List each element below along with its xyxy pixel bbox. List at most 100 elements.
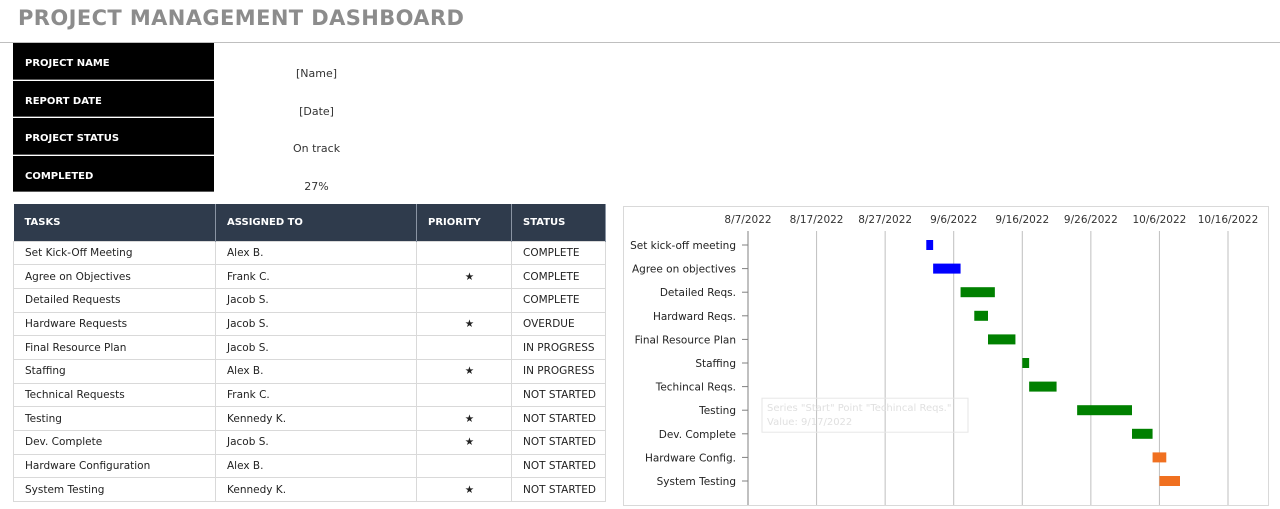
gantt-bar[interactable] [1159, 476, 1180, 486]
gantt-bar[interactable] [1022, 358, 1030, 368]
assigned-cell[interactable]: Alex B. [215, 240, 417, 266]
priority-star-icon[interactable] [416, 335, 512, 360]
assigned-cell[interactable]: Frank C. [215, 264, 417, 289]
priority-star-icon[interactable] [416, 382, 512, 408]
assigned-cell[interactable]: Kennedy K. [215, 406, 417, 431]
info-label: REPORT DATE [13, 80, 214, 117]
info-row-report-date: REPORT DATE [Date] [13, 80, 419, 119]
task-cell[interactable]: Hardware Requests [13, 311, 216, 337]
status-cell[interactable]: IN PROGRESS [511, 358, 606, 384]
page-title: PROJECT MANAGEMENT DASHBOARD [18, 6, 465, 30]
y-category-label: Detailed Reqs. [660, 287, 736, 299]
gantt-bar[interactable] [1132, 428, 1153, 439]
x-tick-label: 10/16/2022 [1198, 214, 1259, 226]
x-tick-label: 9/16/2022 [995, 214, 1049, 226]
column-header-assigned-to[interactable]: ASSIGNED TO [215, 204, 417, 241]
status-cell[interactable]: COMPLETE [511, 287, 606, 313]
gantt-bar[interactable] [933, 263, 961, 274]
table-row[interactable]: Staffing Alex B. ★ IN PROGRESS [13, 358, 606, 384]
priority-star-icon[interactable]: ★ [416, 477, 512, 503]
priority-star-icon[interactable] [416, 453, 512, 479]
gantt-chart: 8/7/2022 8/17/2022 8/27/2022 9/6/2022 9/16/2… [623, 206, 1269, 506]
assigned-cell[interactable]: Alex B. [215, 453, 417, 479]
assigned-cell[interactable]: Alex B. [215, 358, 417, 384]
gantt-bar[interactable] [1152, 452, 1167, 463]
table-row[interactable]: Detailed Requests Jacob S. COMPLETE [13, 287, 606, 313]
assigned-cell[interactable]: Jacob S. [215, 335, 417, 360]
task-cell[interactable]: System Testing [13, 477, 216, 503]
task-cell[interactable]: Dev. Complete [13, 430, 216, 455]
y-category-label: Dev. Complete [659, 429, 736, 441]
assigned-cell[interactable]: Jacob S. [215, 311, 417, 337]
priority-star-icon[interactable] [416, 240, 512, 266]
table-row[interactable]: Hardware Requests Jacob S. ★ OVERDUE [13, 311, 606, 337]
task-cell[interactable]: Testing [13, 406, 216, 431]
status-cell[interactable]: IN PROGRESS [511, 335, 606, 360]
assigned-cell[interactable]: Frank C. [215, 382, 417, 408]
task-cell[interactable]: Technical Requests [13, 382, 216, 408]
gantt-bar[interactable] [1029, 381, 1057, 392]
y-category-label: Set kick-off meeting [630, 240, 736, 252]
info-row-project-status: PROJECT STATUS On track [13, 118, 419, 156]
info-row-project-name: PROJECT NAME [Name] [13, 43, 419, 81]
y-category-label: Final Resource Plan [635, 334, 736, 346]
task-cell[interactable]: Hardware Configuration [13, 453, 216, 479]
assigned-cell[interactable]: Jacob S. [215, 430, 417, 455]
x-tick-label: 10/6/2022 [1133, 214, 1187, 226]
task-cell[interactable]: Final Resource Plan [13, 335, 216, 360]
priority-star-icon[interactable]: ★ [416, 311, 512, 337]
assigned-cell[interactable]: Kennedy K. [215, 477, 417, 503]
table-row[interactable]: Final Resource Plan Jacob S. IN PROGRESS [13, 335, 606, 360]
column-header-priority[interactable]: PRIORITY [416, 204, 512, 241]
gantt-bar[interactable] [1077, 405, 1132, 416]
status-cell[interactable]: NOT STARTED [511, 453, 606, 479]
table-row[interactable]: Hardware Configuration Alex B. NOT STARTED [13, 453, 606, 479]
report-date-value[interactable]: [Date] [214, 81, 419, 119]
gantt-chart-svg: 8/7/2022 8/17/2022 8/27/2022 9/6/2022 9/16/2… [630, 214, 1259, 505]
priority-star-icon[interactable]: ★ [416, 358, 512, 384]
y-category-label: Agree on objectives [632, 264, 736, 276]
column-header-tasks[interactable]: TASKS [13, 204, 216, 241]
status-cell[interactable]: COMPLETE [511, 240, 606, 266]
priority-star-icon[interactable]: ★ [416, 264, 512, 289]
gantt-bar[interactable] [926, 240, 934, 250]
gantt-bar[interactable] [960, 287, 995, 298]
table-row[interactable]: Set Kick-Off Meeting Alex B. COMPLETE [13, 240, 606, 266]
project-status-value[interactable]: On track [214, 118, 419, 156]
status-cell[interactable]: NOT STARTED [511, 430, 606, 455]
y-category-label: Staffing [695, 358, 736, 370]
table-row[interactable]: Agree on Objectives Frank C. ★ COMPLETE [13, 264, 606, 289]
x-tick-label: 9/6/2022 [930, 214, 977, 226]
tooltip-line: Value: 9/17/2022 [767, 417, 852, 428]
project-name-value[interactable]: [Name] [214, 43, 419, 81]
gantt-bar[interactable] [974, 310, 988, 321]
status-cell[interactable]: NOT STARTED [511, 406, 606, 431]
x-tick-label: 8/7/2022 [724, 214, 771, 226]
y-category-label: Hardward Reqs. [653, 311, 736, 323]
status-cell[interactable]: OVERDUE [511, 311, 606, 337]
task-cell[interactable]: Detailed Requests [13, 287, 216, 313]
info-label: PROJECT STATUS [13, 118, 214, 155]
task-cell[interactable]: Staffing [13, 358, 216, 384]
status-cell[interactable]: NOT STARTED [511, 382, 606, 408]
task-cell[interactable]: Agree on Objectives [13, 264, 216, 289]
priority-star-icon[interactable]: ★ [416, 430, 512, 455]
status-cell[interactable]: COMPLETE [511, 264, 606, 289]
table-row[interactable]: Dev. Complete Jacob S. ★ NOT STARTED [13, 430, 606, 455]
info-label: PROJECT NAME [13, 43, 214, 80]
priority-star-icon[interactable]: ★ [416, 406, 512, 431]
table-row[interactable]: Technical Requests Frank C. NOT STARTED [13, 382, 606, 408]
priority-star-icon[interactable] [416, 287, 512, 313]
info-label: COMPLETED [13, 155, 214, 192]
column-header-status[interactable]: STATUS [511, 204, 606, 241]
assigned-cell[interactable]: Jacob S. [215, 287, 417, 313]
gantt-bar[interactable] [988, 334, 1016, 345]
y-category-label: Testing [698, 405, 736, 417]
x-tick-label: 8/17/2022 [790, 214, 844, 226]
task-cell[interactable]: Set Kick-Off Meeting [13, 240, 216, 266]
completed-value[interactable]: 27% [214, 156, 419, 194]
table-row[interactable]: Testing Kennedy K. ★ NOT STARTED [13, 406, 606, 431]
table-row[interactable]: System Testing Kennedy K. ★ NOT STARTED [13, 477, 606, 503]
status-cell[interactable]: NOT STARTED [511, 477, 606, 503]
x-tick-label: 8/27/2022 [858, 214, 912, 226]
